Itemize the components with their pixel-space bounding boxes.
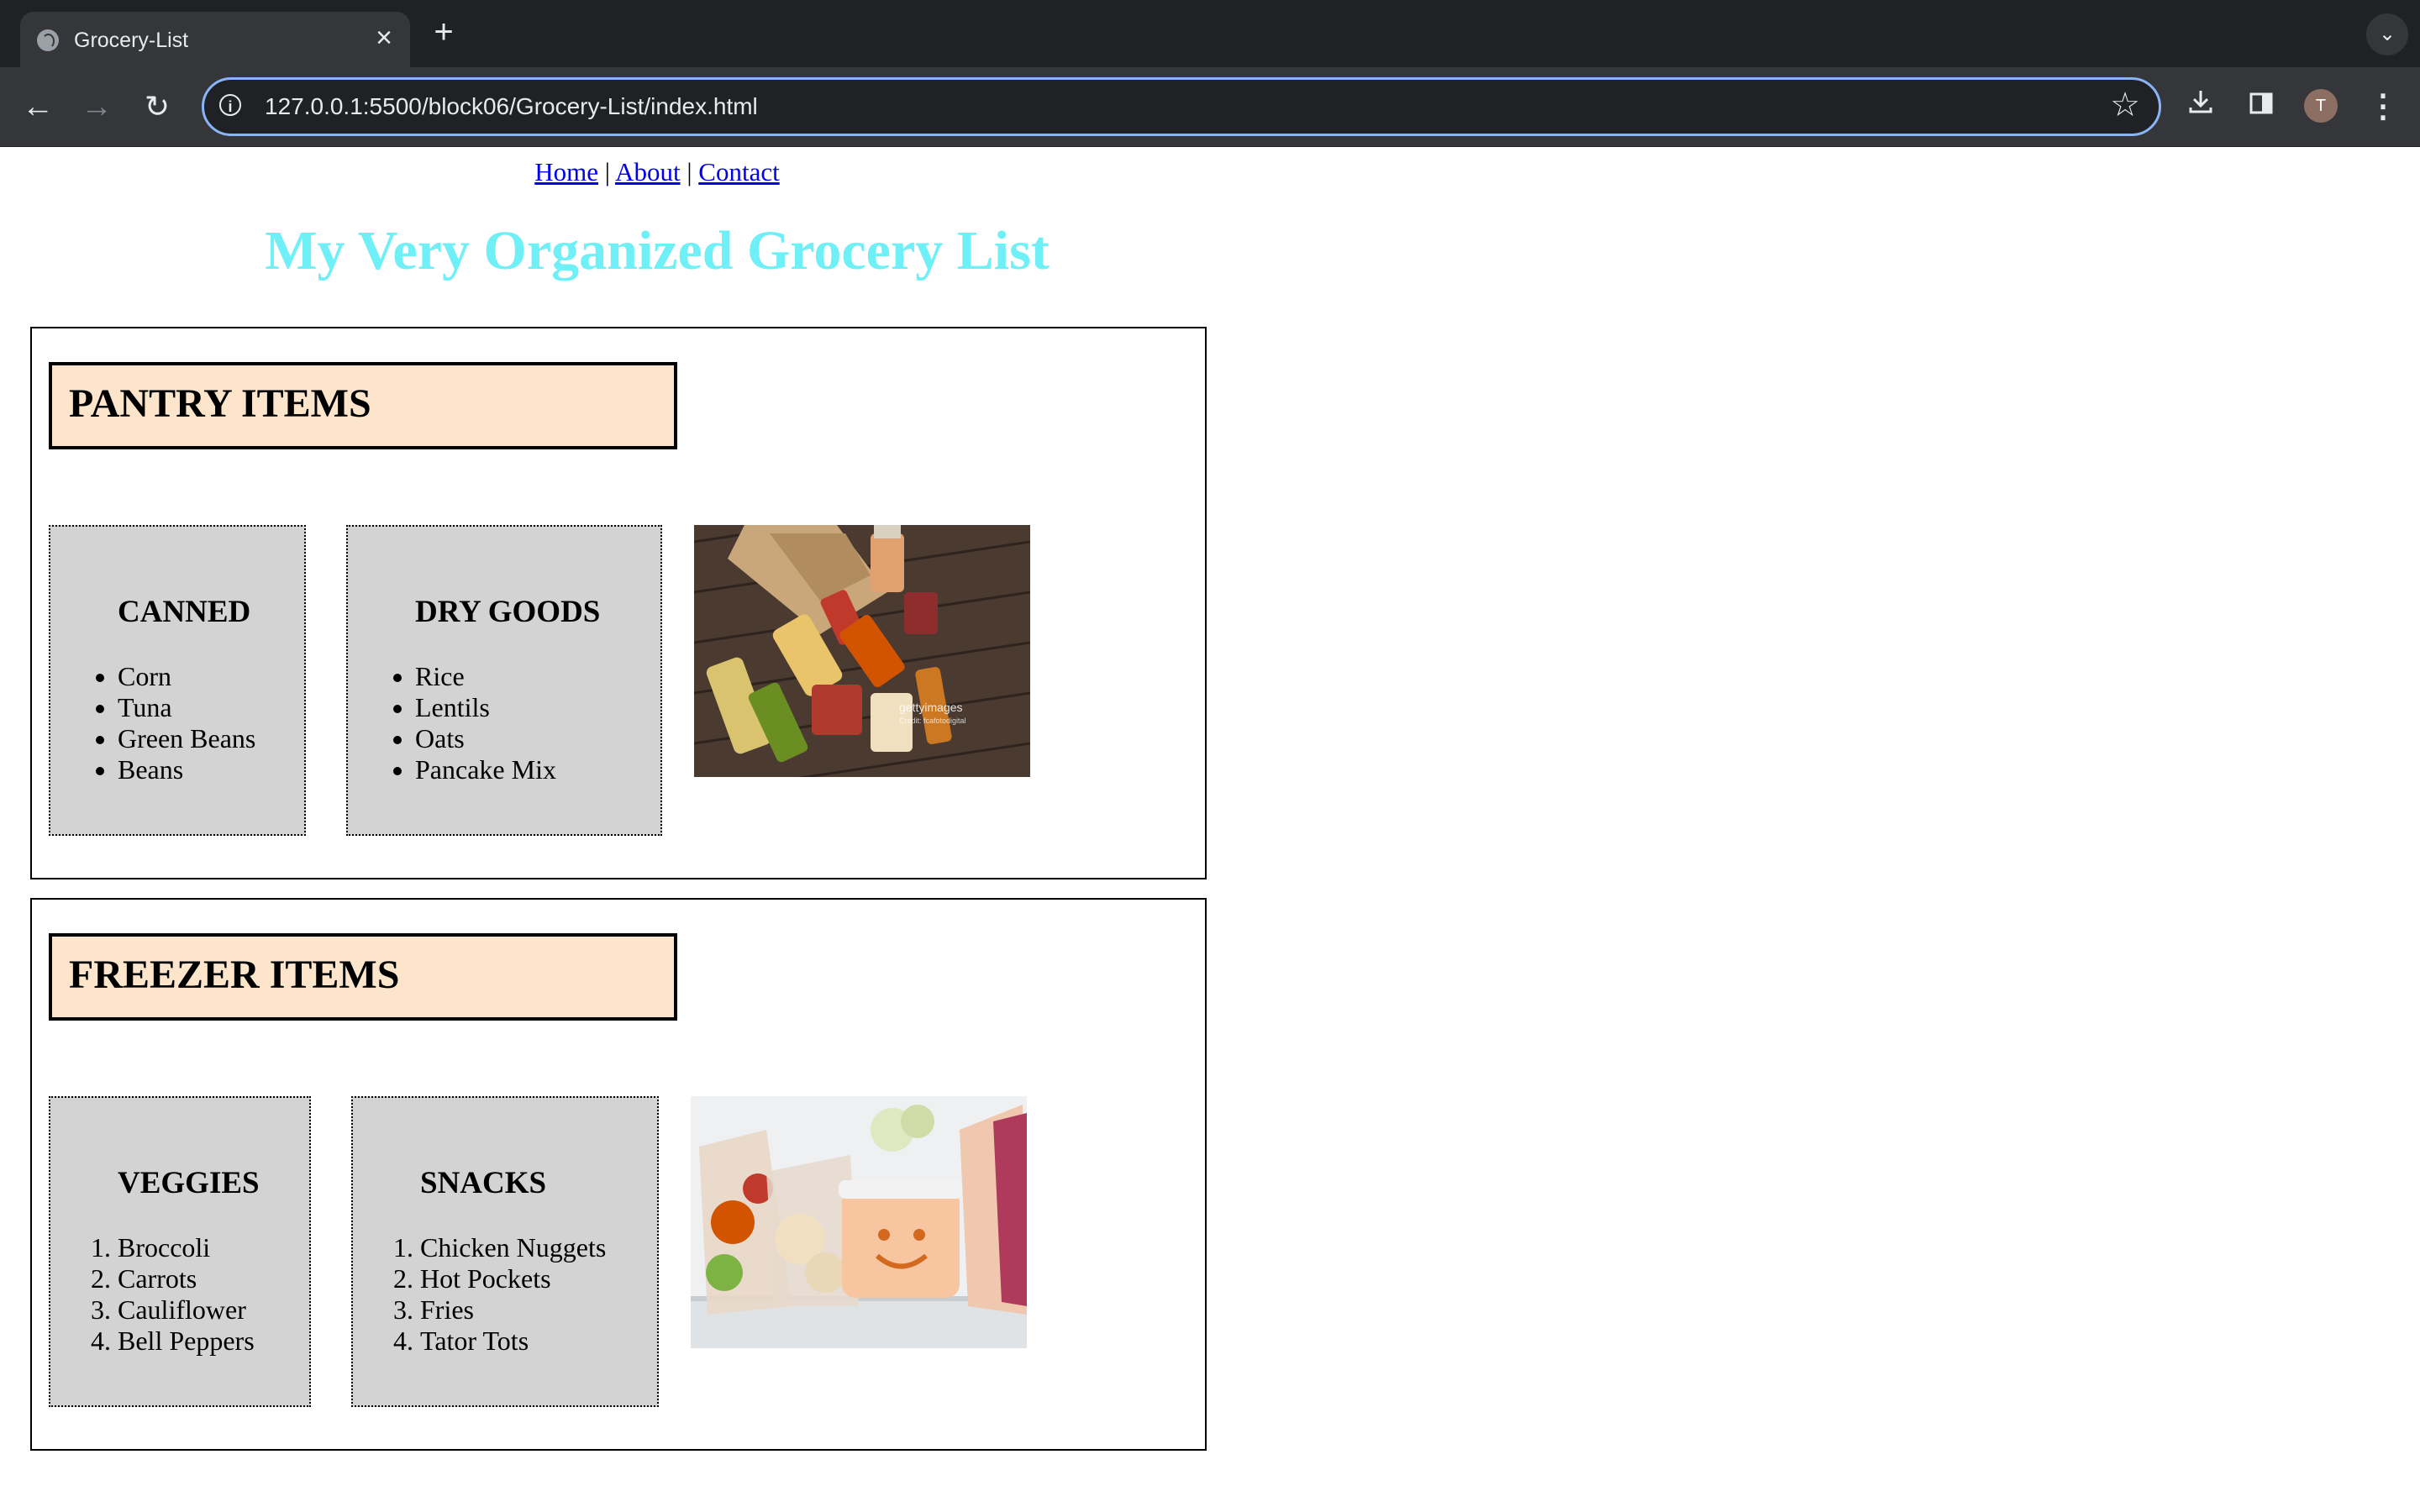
list-item: Corn (118, 661, 255, 692)
pantry-photo: gettyimages Credit: fcafotodigital (694, 525, 1030, 777)
list-item: Hot Pockets (420, 1263, 606, 1294)
list-item: Tuna (118, 692, 255, 723)
card-veggies: VEGGIES Broccoli Carrots Cauliflower Bel… (49, 1096, 311, 1407)
side-panel-icon[interactable] (2240, 86, 2282, 128)
nav-separator: | (687, 157, 692, 186)
numbered-list: Chicken Nuggets Hot Pockets Fries Tator … (420, 1232, 606, 1357)
list-item: Tator Tots (420, 1326, 606, 1357)
download-icon[interactable] (2180, 86, 2222, 128)
tab-search-button[interactable]: ⌄ (2366, 13, 2408, 55)
card-title: VEGGIES (118, 1166, 260, 1200)
nav-separator: | (604, 157, 611, 186)
pantry-section: PANTRY ITEMS CANNED Corn Tuna Green Bean… (30, 327, 1207, 879)
download-glyph (2189, 91, 2212, 113)
list-item: Oats (415, 723, 556, 754)
nav-link-home[interactable]: Home (534, 157, 598, 186)
list-item: Bell Peppers (118, 1326, 255, 1357)
card-title: SNACKS (420, 1166, 547, 1200)
list-item: Fries (420, 1294, 606, 1326)
list-item: Green Beans (118, 723, 255, 754)
site-info-icon[interactable]: i (219, 94, 241, 116)
page-content: Home | About | Contact My Very Organized… (0, 147, 2420, 1512)
forward-button[interactable]: → (77, 87, 116, 126)
list-item: Rice (415, 661, 556, 692)
page-title: My Very Organized Grocery List (265, 220, 1050, 281)
profile-avatar[interactable]: T (2304, 89, 2338, 123)
section-heading-box: FREEZER ITEMS (49, 933, 677, 1021)
card-canned: CANNED Corn Tuna Green Beans Beans (49, 525, 306, 836)
freezer-section: FREEZER ITEMS VEGGIES Broccoli Carrots C… (30, 898, 1207, 1451)
back-button[interactable]: ← (18, 87, 57, 126)
watermark-text: gettyimages (899, 701, 962, 714)
list-item: Broccoli (118, 1232, 255, 1263)
url-text[interactable]: 127.0.0.1:5500/block06/Grocery-List/inde… (265, 93, 758, 120)
credit-text: Credit: fcafotodigital (899, 717, 966, 725)
active-tab[interactable]: Grocery-List × (20, 12, 410, 67)
close-tab-icon[interactable]: × (370, 24, 398, 52)
freezer-photo (691, 1096, 1027, 1348)
nav-link-about[interactable]: About (615, 157, 681, 186)
freezer-photo-art (691, 1096, 1027, 1348)
card-snacks: SNACKS Chicken Nuggets Hot Pockets Fries… (351, 1096, 659, 1407)
pantry-photo-art: gettyimages Credit: fcafotodigital (694, 525, 1030, 777)
list-item: Chicken Nuggets (420, 1232, 606, 1263)
numbered-list: Broccoli Carrots Cauliflower Bell Pepper… (118, 1232, 255, 1357)
browser-toolbar: ← → ↻ i 127.0.0.1:5500/block06/Grocery-L… (0, 67, 2420, 147)
list-item: Lentils (415, 692, 556, 723)
bullet-list: Corn Tuna Green Beans Beans (118, 661, 255, 785)
list-item: Pancake Mix (415, 754, 556, 785)
reload-button[interactable]: ↻ (138, 87, 176, 126)
bullet-list: Rice Lentils Oats Pancake Mix (415, 661, 556, 785)
tab-strip: Grocery-List × + ⌄ (0, 0, 2420, 67)
card-title: DRY GOODS (415, 595, 601, 629)
tab-title: Grocery-List (74, 29, 189, 52)
side-panel-glyph (2249, 92, 2273, 114)
globe-icon (37, 29, 59, 51)
list-item: Beans (118, 754, 255, 785)
card-dry-goods: DRY GOODS Rice Lentils Oats Pancake Mix (346, 525, 662, 836)
bookmark-star-icon[interactable]: ☆ (2110, 87, 2140, 123)
nav-link-contact[interactable]: Contact (698, 157, 779, 186)
list-item: Carrots (118, 1263, 255, 1294)
card-title: CANNED (118, 595, 251, 629)
section-heading: PANTRY ITEMS (69, 381, 371, 426)
browser-menu-icon[interactable]: ⋮ (2366, 86, 2400, 128)
section-heading: FREEZER ITEMS (69, 953, 400, 997)
new-tab-button[interactable]: + (427, 15, 460, 49)
address-bar[interactable]: i 127.0.0.1:5500/block06/Grocery-List/in… (202, 77, 2161, 136)
section-heading-box: PANTRY ITEMS (49, 362, 677, 449)
top-nav: Home | About | Contact (0, 157, 1314, 187)
list-item: Cauliflower (118, 1294, 255, 1326)
